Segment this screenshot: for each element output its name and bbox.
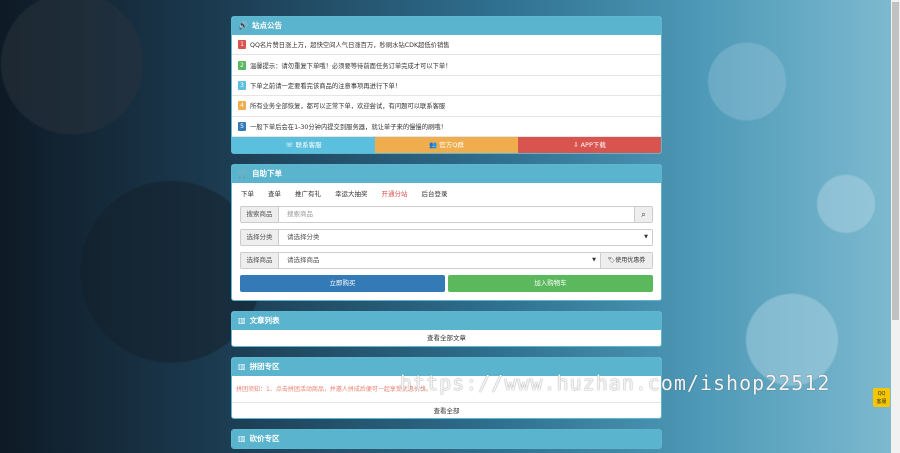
category-label: 选择分类 bbox=[241, 229, 279, 245]
notice-number-badge: 3 bbox=[238, 80, 246, 90]
product-select-value: 请选择商品 bbox=[287, 255, 320, 264]
bar-chart-icon: ▥ bbox=[238, 361, 246, 371]
cart-icon: 🛒 bbox=[238, 168, 248, 178]
search-button[interactable]: ⌕ bbox=[634, 206, 652, 222]
notice-list: 1 QQ名片赞日涨上万，超快空间人气日涨百万，秒刷水钻CDK超低价销售 2 温馨提示：… bbox=[232, 35, 661, 137]
notice-panel-header: 🔊 站点公告 bbox=[232, 17, 661, 35]
articles-panel: ▥ 文章列表 查看全部文章 bbox=[231, 310, 662, 347]
order-title: 自助下单 bbox=[251, 168, 282, 178]
notice-number-badge: 5 bbox=[238, 121, 246, 131]
notice-title: 站点公告 bbox=[251, 21, 282, 30]
bar-chart-icon: ▥ bbox=[238, 315, 246, 325]
notice-text: 一般下单后会在1-30分钟内提交到服务器，就让单子来的慢慢的刷哦！ bbox=[250, 123, 447, 131]
tab-referral[interactable]: 推广有礼 bbox=[295, 188, 321, 198]
search-icon: ⌕ bbox=[641, 209, 646, 219]
notice-item: 4 所有业务全部恢复，都可以正常下单，欢迎尝试，有问题可以联系客服 bbox=[232, 96, 661, 117]
add-to-cart-button[interactable]: 加入购物车 bbox=[448, 274, 653, 292]
buy-buttons: 立即购买 加入购物车 bbox=[240, 274, 653, 292]
order-panel: 🛒 自助下单 下单 查单 推广有礼 幸运大抽奖 开通分站 后台登录 搜索商品 搜… bbox=[231, 163, 662, 301]
chevron-down-icon: ▼ bbox=[644, 233, 648, 240]
product-label: 选择商品 bbox=[241, 252, 279, 268]
use-coupon-button[interactable]: 🏷使用优惠券 bbox=[600, 252, 652, 268]
view-all-articles-link[interactable]: 查看全部文章 bbox=[232, 330, 661, 346]
bargain-panel-header: ▥ 砍价专区 bbox=[232, 429, 661, 448]
coupon-label: 使用优惠券 bbox=[615, 256, 646, 264]
bar-chart-icon: ▥ bbox=[238, 433, 246, 443]
view-all-group-link[interactable]: 查看全部 bbox=[232, 401, 661, 418]
qq-support-badge[interactable]: QQ 客服 bbox=[873, 388, 890, 407]
notice-text: 下单之前请一定要看完该商品的注意事项再进行下单！ bbox=[250, 82, 402, 90]
order-panel-header: 🛒 自助下单 bbox=[232, 164, 661, 183]
search-row: 搜索商品 搜索商品 ⌕ bbox=[240, 205, 653, 223]
product-row: 选择商品 请选择商品 ▼ 🏷使用优惠券 bbox=[240, 251, 653, 269]
app-download-button[interactable]: ⇩ APP下载 bbox=[518, 136, 661, 153]
qq-badge-label: QQ 客服 bbox=[876, 391, 887, 405]
notice-text: QQ名片赞日涨上万，超快空间人气日涨百万，秒刷水钻CDK超低价销售 bbox=[250, 42, 450, 50]
notice-item: 2 温馨提示：请勿重复下单哦！必须要等待前面任务订单完成才可以下单！ bbox=[232, 55, 661, 76]
articles-title: 文章列表 bbox=[249, 315, 280, 325]
notice-item: 3 下单之前请一定要看完该商品的注意事项再进行下单！ bbox=[232, 76, 661, 97]
search-input[interactable]: 搜索商品 bbox=[279, 207, 634, 222]
notice-panel: 🔊 站点公告 1 QQ名片赞日涨上万，超快空间人气日涨百万，秒刷水钻CDK超低价销… bbox=[231, 16, 662, 154]
notice-buttons: ☏ 联系客服 👥 官方Q群 ⇩ APP下载 bbox=[232, 136, 661, 153]
speaker-icon: 🔊 bbox=[238, 21, 248, 30]
notice-item: 1 QQ名片赞日涨上万，超快空间人气日涨百万，秒刷水钻CDK超低价销售 bbox=[232, 35, 661, 56]
notice-number-badge: 4 bbox=[238, 101, 246, 111]
notice-text: 所有业务全部恢复，都可以正常下单，欢迎尝试，有问题可以联系客服 bbox=[250, 103, 446, 111]
tab-lucky-draw[interactable]: 幸运大抽奖 bbox=[335, 188, 368, 198]
tab-open-substation[interactable]: 开通分站 bbox=[382, 188, 408, 198]
watermark-text: https://www.huzhan.com/ishop22512 bbox=[400, 371, 831, 395]
bargain-title: 砍价专区 bbox=[249, 433, 280, 443]
chevron-down-icon: ▼ bbox=[592, 256, 596, 263]
notice-number-badge: 2 bbox=[238, 60, 246, 70]
buy-now-button[interactable]: 立即购买 bbox=[240, 274, 445, 292]
order-tabs: 下单 查单 推广有礼 幸运大抽奖 开通分站 后台登录 bbox=[232, 183, 661, 203]
bargain-panel: ▥ 砍价专区 bbox=[231, 428, 662, 449]
articles-panel-header: ▥ 文章列表 bbox=[232, 311, 661, 330]
product-select[interactable]: 请选择商品 ▼ bbox=[279, 253, 600, 268]
group-title: 拼团专区 bbox=[249, 361, 280, 371]
contact-support-button[interactable]: ☏ 联系客服 bbox=[232, 136, 375, 153]
official-qq-group-button[interactable]: 👥 官方Q群 bbox=[375, 136, 518, 153]
tab-order[interactable]: 下单 bbox=[241, 188, 254, 198]
search-label: 搜索商品 bbox=[241, 206, 279, 222]
tab-query[interactable]: 查单 bbox=[268, 188, 281, 198]
notice-item: 5 一般下单后会在1-30分钟内提交到服务器，就让单子来的慢慢的刷哦！ bbox=[232, 117, 661, 137]
category-row: 选择分类 请选择分类 ▼ bbox=[240, 228, 653, 246]
scrollbar-thumb[interactable] bbox=[892, 2, 899, 320]
category-select-value: 请选择分类 bbox=[287, 232, 320, 241]
tab-admin-login[interactable]: 后台登录 bbox=[422, 188, 448, 198]
notice-text: 温馨提示：请勿重复下单哦！必须要等待前面任务订单完成才可以下单！ bbox=[250, 62, 452, 70]
notice-number-badge: 1 bbox=[238, 40, 246, 50]
category-select[interactable]: 请选择分类 ▼ bbox=[279, 230, 652, 245]
scrollbar[interactable] bbox=[891, 0, 900, 453]
